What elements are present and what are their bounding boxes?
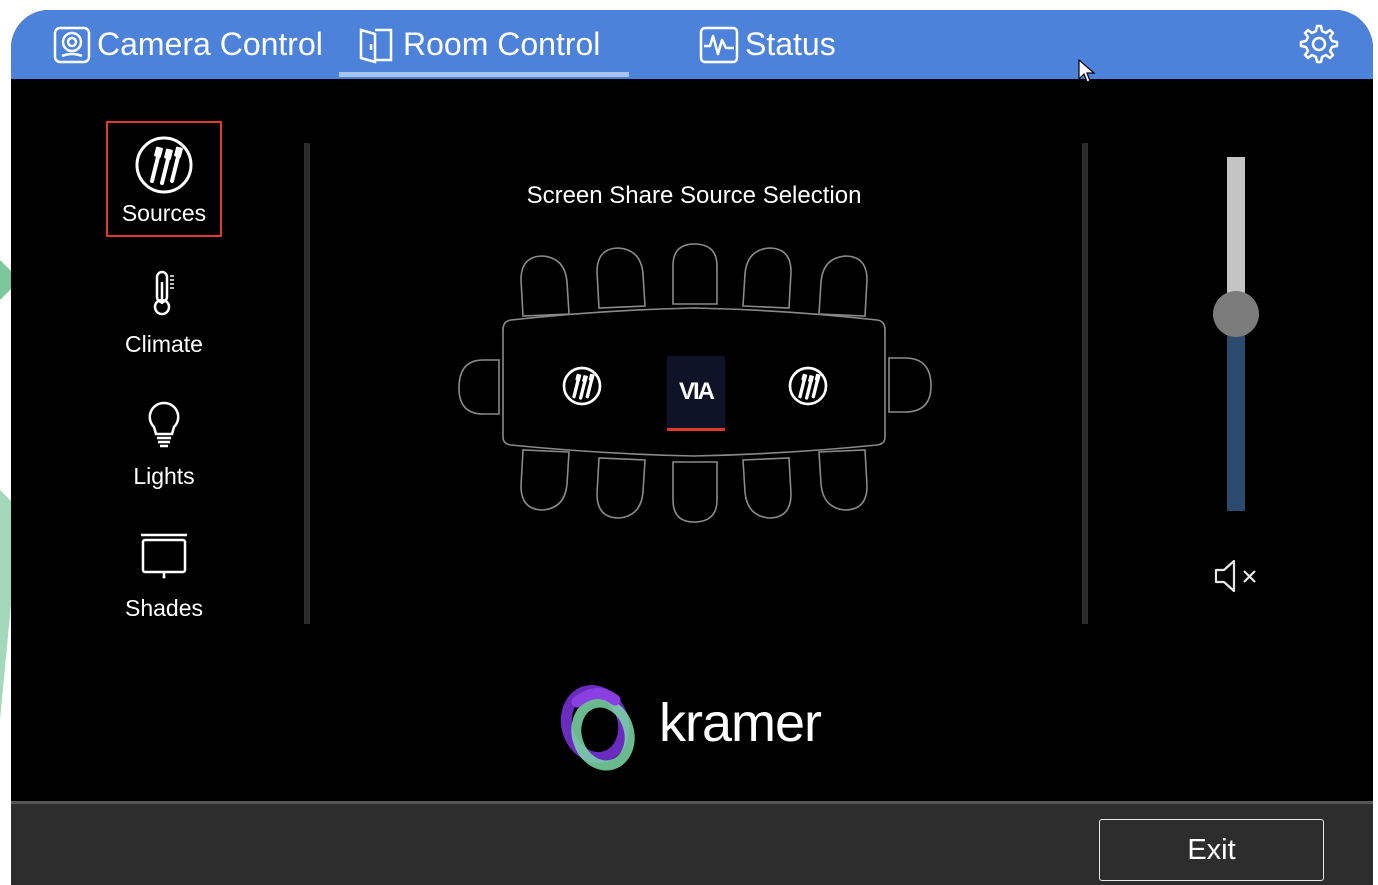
nav-label: Lights [133, 463, 195, 489]
right-divider [1082, 143, 1088, 624]
volume-slider-knob[interactable] [1213, 291, 1259, 337]
tab-status[interactable]: Status [699, 10, 836, 79]
source-button-left[interactable] [562, 366, 602, 406]
nav-climate[interactable]: Climate [106, 258, 222, 366]
chair [458, 359, 500, 415]
control-window: Camera Control Room Control Status Sourc… [11, 10, 1373, 885]
source-button-right[interactable] [788, 366, 828, 406]
activity-icon [699, 26, 739, 63]
chair [742, 457, 792, 519]
page-title: Screen Share Source Selection [526, 182, 862, 209]
chair [672, 461, 718, 523]
tab-label: Room Control [403, 26, 601, 62]
brand-wordmark: kramer [659, 693, 822, 753]
chair [672, 243, 718, 305]
left-divider [304, 143, 310, 624]
chair [818, 449, 868, 511]
chair [596, 247, 646, 309]
exit-button[interactable]: Exit [1099, 819, 1324, 881]
gear-icon[interactable] [1295, 22, 1339, 66]
selected-indicator [667, 428, 725, 431]
lightbulb-icon [148, 401, 180, 448]
nav-label: Climate [125, 331, 203, 357]
nav-label: Sources [121, 200, 207, 226]
nav-lights[interactable]: Lights [106, 390, 222, 498]
camera-icon [53, 26, 91, 63]
chair [742, 247, 792, 309]
chair [888, 357, 932, 413]
speaker-mute-icon[interactable] [1212, 556, 1262, 596]
chair [520, 255, 570, 317]
source-button-via[interactable]: VIA [667, 356, 725, 432]
tab-room-control[interactable]: Room Control [357, 10, 600, 79]
chair [596, 457, 646, 519]
kramer-logo-icon [560, 685, 635, 771]
tab-label: Camera Control [97, 26, 323, 62]
mouse-cursor-icon [1078, 59, 1096, 83]
tab-camera-control[interactable]: Camera Control [53, 10, 323, 79]
slider-fill [1227, 314, 1245, 511]
tab-label: Status [745, 26, 836, 62]
nav-label: Shades [124, 595, 203, 621]
thermometer-icon [153, 270, 174, 316]
chair [520, 449, 570, 511]
top-bar: Camera Control Room Control Status [11, 10, 1373, 83]
chair [818, 255, 868, 317]
cables-icon [135, 136, 193, 194]
projector-screen-icon [141, 533, 187, 579]
via-logo: VIA [667, 356, 725, 428]
active-tab-indicator [339, 72, 629, 77]
door-icon [359, 27, 393, 64]
nav-sources[interactable]: Sources [106, 121, 222, 237]
nav-shades[interactable]: Shades [106, 522, 222, 630]
